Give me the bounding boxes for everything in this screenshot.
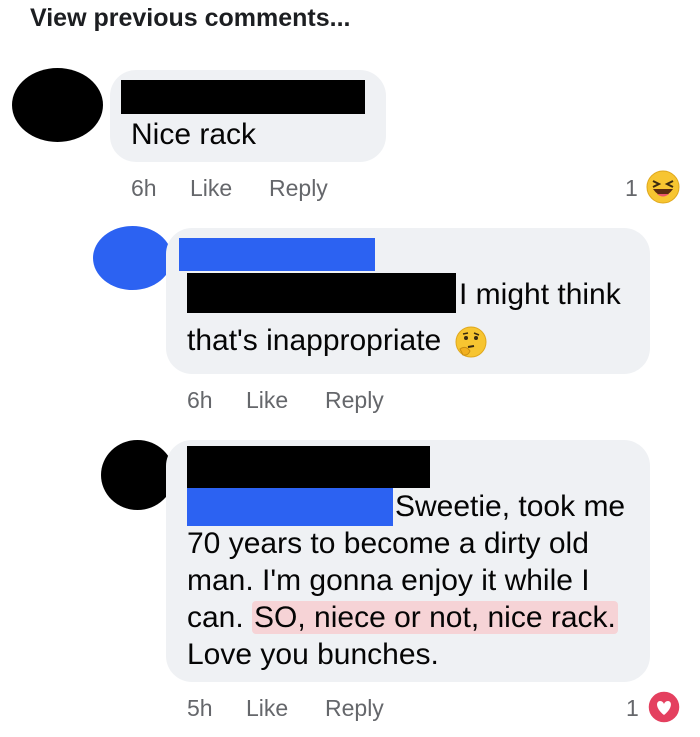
- like-button[interactable]: Like: [246, 387, 288, 414]
- comment-text-line: that's inappropriate: [187, 323, 488, 359]
- comment-time: 6h: [187, 387, 213, 413]
- comment-text: Nice rack: [131, 118, 257, 151]
- comment-text-line: man. I'm gonna enjoy it while I: [187, 564, 590, 597]
- redacted-author-name: [121, 80, 365, 114]
- view-previous-comments-link[interactable]: View previous comments...: [30, 4, 350, 33]
- comment-time: 5h: [187, 695, 213, 721]
- reply-button[interactable]: Reply: [325, 387, 384, 414]
- comment-text-fragment: that's inappropriate: [187, 324, 442, 357]
- like-button[interactable]: Like: [246, 695, 288, 722]
- redacted-mention: [187, 488, 393, 526]
- thinking-face-emoji-icon: [454, 325, 488, 359]
- comment-text-line: I might think: [459, 278, 621, 311]
- comment-text-fragment: can.: [187, 601, 253, 634]
- reply-button[interactable]: Reply: [325, 695, 384, 722]
- heart-reaction-icon[interactable]: [647, 690, 681, 724]
- redacted-author-name: [187, 446, 430, 488]
- redacted-author-name: [179, 238, 375, 271]
- laughing-emoji-icon[interactable]: [646, 170, 680, 204]
- reaction-count[interactable]: 1: [625, 175, 638, 202]
- highlighted-text: SO, niece or not, nice rack.: [252, 601, 618, 634]
- like-button[interactable]: Like: [190, 175, 232, 202]
- comment-text-line: Love you bunches.: [187, 638, 439, 671]
- reply-button[interactable]: Reply: [269, 175, 328, 202]
- comment-time: 6h: [131, 175, 157, 201]
- comment-text-line: 70 years to become a dirty old: [187, 527, 589, 560]
- avatar[interactable]: [93, 226, 172, 290]
- comment-text-line: can. SO, niece or not, nice rack.: [187, 600, 618, 636]
- comment-text-line: Sweetie, took me: [395, 490, 626, 523]
- redacted-mention: [187, 273, 456, 313]
- avatar[interactable]: [101, 440, 174, 510]
- reaction-count[interactable]: 1: [626, 695, 639, 722]
- avatar[interactable]: [12, 68, 103, 142]
